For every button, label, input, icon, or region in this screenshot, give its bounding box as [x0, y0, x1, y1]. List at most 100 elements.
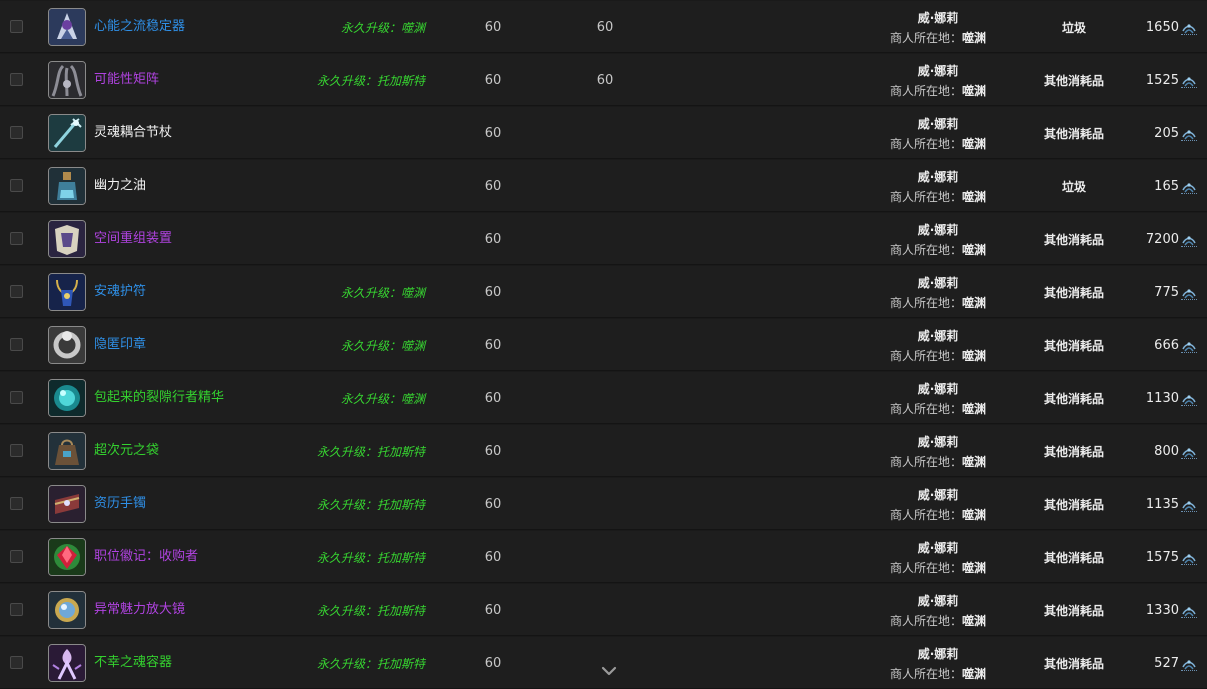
vendor-location-zone[interactable]: 噬渊 [962, 561, 986, 575]
row-checkbox[interactable] [10, 391, 23, 404]
vendor-name[interactable]: 威·娜莉 [878, 380, 998, 397]
item-level: 60 [484, 285, 502, 300]
vendor-name[interactable]: 威·娜莉 [878, 115, 998, 132]
table-row[interactable]: 安魂护符 永久升级：噬渊 60 威·娜莉 商人所在地：噬渊 其他消耗品 775 [0, 266, 1207, 318]
currency-icon [1181, 285, 1197, 300]
vendor-location: 商人所在地：噬渊 [878, 665, 998, 682]
vendor-name[interactable]: 威·娜莉 [878, 221, 998, 238]
vendor-name[interactable]: 威·娜莉 [878, 327, 998, 344]
table-row[interactable]: 不幸之魂容器 永久升级：托加斯特 60 威·娜莉 商人所在地：噬渊 其他消耗品 527 [0, 637, 1207, 689]
row-checkbox[interactable] [10, 20, 23, 33]
currency-icon [1181, 444, 1197, 459]
currency-icon [1181, 603, 1197, 618]
vendor-location-zone[interactable]: 噬渊 [962, 137, 986, 151]
table-row[interactable]: 灵魂耦合节杖 60 威·娜莉 商人所在地：噬渊 其他消耗品 205 [0, 107, 1207, 159]
item-name-link[interactable]: 异常魅力放大镜 [94, 601, 185, 619]
item-name-link[interactable]: 幽力之油 [94, 177, 146, 195]
table-row[interactable]: 超次元之袋 永久升级：托加斯特 60 威·娜莉 商人所在地：噬渊 其他消耗品 800 [0, 425, 1207, 477]
table-row[interactable]: 异常魅力放大镜 永久升级：托加斯特 60 威·娜莉 商人所在地：噬渊 其他消耗品 1330 [0, 584, 1207, 636]
vendor-name[interactable]: 威·娜莉 [878, 539, 998, 556]
item-name-link[interactable]: 超次元之袋 [94, 442, 159, 460]
table-row[interactable]: 隐匿印章 永久升级：噬渊 60 威·娜莉 商人所在地：噬渊 其他消耗品 666 [0, 319, 1207, 371]
item-level: 60 [484, 444, 502, 459]
gem-icon[interactable] [48, 538, 86, 576]
vendor-location-zone[interactable]: 噬渊 [962, 402, 986, 416]
item-name-link[interactable]: 灵魂耦合节杖 [94, 124, 172, 142]
item-price: 1330 [1145, 603, 1179, 618]
ring-icon[interactable] [48, 326, 86, 364]
amulet-icon[interactable] [48, 273, 86, 311]
item-category: 其他消耗品 [1043, 127, 1104, 141]
staff-icon[interactable] [48, 114, 86, 152]
vendor-location-zone[interactable]: 噬渊 [962, 508, 986, 522]
table-row[interactable]: 职位徽记：收购者 永久升级：托加斯特 60 威·娜莉 商人所在地：噬渊 其他消耗品 1575 [0, 531, 1207, 583]
row-checkbox[interactable] [10, 338, 23, 351]
tentacle-icon[interactable] [48, 61, 86, 99]
row-checkbox[interactable] [10, 603, 23, 616]
chevron-down-icon[interactable] [601, 666, 617, 678]
vendor-location-zone[interactable]: 噬渊 [962, 667, 986, 681]
vendor-name[interactable]: 威·娜莉 [878, 433, 998, 450]
table-row[interactable]: 包起来的裂隙行者精华 永久升级：噬渊 60 威·娜莉 商人所在地：噬渊 其他消耗品 1130 [0, 372, 1207, 424]
item-name-link[interactable]: 包起来的裂隙行者精华 [94, 389, 224, 407]
item-name-link[interactable]: 安魂护符 [94, 283, 146, 301]
item-price: 1525 [1145, 73, 1179, 88]
vendor-location-zone[interactable]: 噬渊 [962, 31, 986, 45]
item-name-link[interactable]: 不幸之魂容器 [94, 654, 172, 672]
table-row[interactable]: 可能性矩阵 永久升级：托加斯特 60 60 威·娜莉 商人所在地：噬渊 其他消耗品 1525 [0, 54, 1207, 106]
row-checkbox[interactable] [10, 285, 23, 298]
table-row[interactable]: 幽力之油 60 威·娜莉 商人所在地：噬渊 垃圾 165 [0, 160, 1207, 212]
vendor-name[interactable]: 威·娜莉 [878, 592, 998, 609]
vendor-location-zone[interactable]: 噬渊 [962, 614, 986, 628]
bag-icon[interactable] [48, 432, 86, 470]
required-level: 60 [596, 73, 614, 88]
orb-icon[interactable] [48, 379, 86, 417]
lens-icon[interactable] [48, 591, 86, 629]
row-checkbox[interactable] [10, 73, 23, 86]
item-name-link[interactable]: 资历手镯 [94, 495, 146, 513]
row-checkbox[interactable] [10, 179, 23, 192]
vendor-name[interactable]: 威·娜莉 [878, 9, 998, 26]
row-checkbox[interactable] [10, 497, 23, 510]
row-checkbox[interactable] [10, 656, 23, 669]
table-row[interactable]: 空间重组装置 60 威·娜莉 商人所在地：噬渊 其他消耗品 7200 [0, 213, 1207, 265]
vendor-location: 商人所在地：噬渊 [878, 347, 998, 364]
potion-icon[interactable] [48, 167, 86, 205]
vendor-location-zone[interactable]: 噬渊 [962, 455, 986, 469]
vendor-location: 商人所在地：噬渊 [878, 135, 998, 152]
currency-icon [1181, 179, 1197, 194]
item-name-link[interactable]: 空间重组装置 [94, 230, 172, 248]
upgrade-note: 永久升级：噬渊 [340, 286, 425, 300]
row-checkbox[interactable] [10, 444, 23, 457]
vendor-location-zone[interactable]: 噬渊 [962, 349, 986, 363]
item-price: 1130 [1145, 391, 1179, 406]
vendor-name[interactable]: 威·娜莉 [878, 486, 998, 503]
vendor-location-zone[interactable]: 噬渊 [962, 243, 986, 257]
bracer-icon[interactable] [48, 485, 86, 523]
vendor-location-zone[interactable]: 噬渊 [962, 190, 986, 204]
table-row[interactable]: 资历手镯 永久升级：托加斯特 60 威·娜莉 商人所在地：噬渊 其他消耗品 1135 [0, 478, 1207, 530]
vendor-name[interactable]: 威·娜莉 [878, 168, 998, 185]
item-name-link[interactable]: 心能之流稳定器 [94, 18, 185, 36]
item-name-link[interactable]: 职位徽记：收购者 [94, 548, 198, 566]
currency-icon [1181, 20, 1197, 35]
spirit-icon[interactable] [48, 644, 86, 682]
currency-icon [1181, 232, 1197, 247]
currency-icon [1181, 73, 1197, 88]
item-name-link[interactable]: 隐匿印章 [94, 336, 146, 354]
vendor-name[interactable]: 威·娜莉 [878, 62, 998, 79]
vendor-location-zone[interactable]: 噬渊 [962, 84, 986, 98]
row-checkbox[interactable] [10, 232, 23, 245]
mask-icon[interactable] [48, 8, 86, 46]
row-checkbox[interactable] [10, 126, 23, 139]
vendor-location-label: 商人所在地： [889, 31, 962, 45]
item-name-link[interactable]: 可能性矩阵 [94, 71, 159, 89]
vendor-name[interactable]: 威·娜莉 [878, 274, 998, 291]
vendor-location-zone[interactable]: 噬渊 [962, 296, 986, 310]
armor-icon[interactable] [48, 220, 86, 258]
item-category: 垃圾 [1061, 180, 1086, 194]
vendor-location: 商人所在地：噬渊 [878, 82, 998, 99]
row-checkbox[interactable] [10, 550, 23, 563]
vendor-name[interactable]: 威·娜莉 [878, 645, 998, 662]
table-row[interactable]: 心能之流稳定器 永久升级：噬渊 60 60 威·娜莉 商人所在地：噬渊 垃圾 1650 [0, 1, 1207, 53]
